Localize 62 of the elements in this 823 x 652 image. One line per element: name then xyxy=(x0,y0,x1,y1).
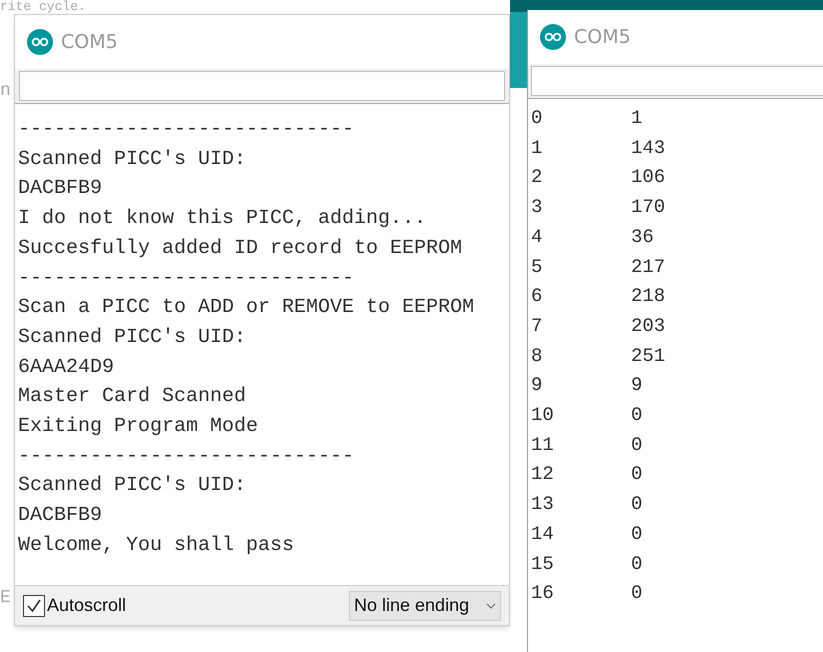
index-value: 8 xyxy=(531,344,544,369)
output-line: Succesfully added ID record to EEPROM xyxy=(18,236,462,262)
byte-value: 1 xyxy=(631,106,642,131)
code-text: n xyxy=(0,81,11,101)
code-text: rite cycle. xyxy=(0,0,86,14)
send-input-field[interactable] xyxy=(531,66,823,96)
output-line: Scan a PICC to ADD or REMOVE to EEPROM xyxy=(18,295,474,322)
index-value: 7 xyxy=(531,314,544,339)
byte-value: 0 xyxy=(631,403,642,428)
index-value: 10 xyxy=(531,403,555,428)
byte-value: 0 xyxy=(631,522,642,547)
window-title: COM5 xyxy=(61,30,118,55)
index-value: 3 xyxy=(531,195,544,220)
line-ending-dropdown[interactable]: No line ending xyxy=(349,590,501,620)
infinity-logo-icon xyxy=(540,24,566,50)
autoscroll-checkbox[interactable]: Autoscroll xyxy=(23,592,126,619)
byte-value: 143 xyxy=(631,136,666,161)
byte-value: 0 xyxy=(631,492,642,518)
output-line: I do not know this PICC, adding... xyxy=(18,206,426,232)
byte-value: 0 xyxy=(631,581,642,606)
index-value: 6 xyxy=(531,284,544,310)
index-value: 13 xyxy=(531,492,555,518)
output-line: DACBFB9 xyxy=(18,176,102,202)
check-icon xyxy=(25,596,43,614)
byte-value: 9 xyxy=(631,373,642,398)
infinity-logo-icon xyxy=(27,29,53,55)
send-input-field[interactable] xyxy=(19,71,505,101)
output-line: Scanned PICC's UID: xyxy=(18,473,246,500)
output-line: Welcome, You shall pass xyxy=(18,532,294,559)
output-line: ---------------------------- xyxy=(18,444,354,470)
byte-value: 218 xyxy=(631,284,666,310)
output-line: 6AAA24D9 xyxy=(18,354,114,381)
output-line: ---------------------------- xyxy=(18,266,354,292)
index-value: 12 xyxy=(531,462,555,488)
byte-value: 0 xyxy=(631,462,642,488)
output-line: Scanned PICC's UID: xyxy=(18,146,246,173)
index-value: 4 xyxy=(531,224,544,250)
index-value: 15 xyxy=(531,552,555,577)
index-value: 11 xyxy=(531,432,555,458)
byte-value: 0 xyxy=(631,432,642,458)
index-value: 2 xyxy=(531,165,544,190)
output-line: Exiting Program Mode xyxy=(18,414,258,440)
byte-value: 170 xyxy=(631,195,666,220)
index-value: 5 xyxy=(531,254,544,280)
index-value: 9 xyxy=(531,373,544,398)
index-value: 1 xyxy=(531,136,544,161)
index-value: 14 xyxy=(531,522,555,547)
byte-value: 203 xyxy=(631,314,666,339)
byte-value: 217 xyxy=(631,254,666,280)
chevron-down-icon xyxy=(486,602,496,608)
window-title: COM5 xyxy=(574,24,631,50)
code-text: E xyxy=(0,588,11,608)
output-line: DACBFB9 xyxy=(18,503,102,530)
byte-value: 251 xyxy=(631,344,666,369)
index-value: 0 xyxy=(531,106,544,131)
output-line: ---------------------------- xyxy=(18,117,354,143)
output-line: Scanned PICC's UID: xyxy=(18,324,246,351)
byte-value: 106 xyxy=(631,165,666,190)
index-value: 16 xyxy=(531,581,555,606)
byte-value: 0 xyxy=(631,552,642,577)
byte-value: 36 xyxy=(631,224,654,250)
output-line: Master Card Scanned xyxy=(18,384,246,410)
